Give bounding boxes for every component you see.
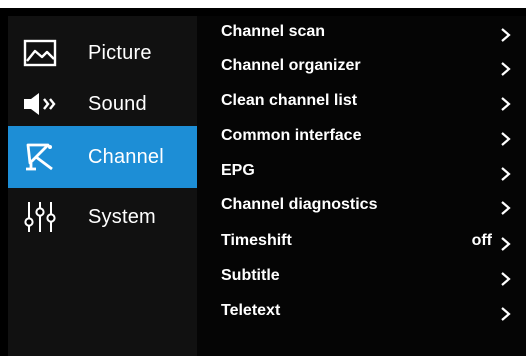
satellite-dish-icon (22, 139, 58, 175)
chevron-right-icon (501, 28, 511, 42)
category-label-system: System (88, 205, 156, 228)
chevron-right-icon (501, 167, 511, 181)
menu-item-timeshift[interactable]: Timeshift off (197, 225, 526, 259)
speaker-icon (22, 86, 58, 122)
tv-settings-screen: Picture Sound Channel System Channel sca… (0, 8, 526, 356)
menu-item-label: Subtitle (221, 267, 280, 284)
category-picture[interactable]: Picture (8, 24, 197, 82)
menu-item-label: EPG (221, 162, 255, 179)
window-top-strip (0, 0, 532, 8)
menu-item-common-interface[interactable]: Common interface (197, 120, 526, 154)
menu-item-channel-organizer[interactable]: Channel organizer (197, 50, 526, 84)
menu-item-channel-diagnostics[interactable]: Channel diagnostics (197, 189, 526, 223)
category-system[interactable]: System (8, 188, 197, 246)
menu-item-label: Common interface (221, 127, 362, 144)
chevron-right-icon (501, 237, 511, 251)
timeshift-value: off (471, 232, 492, 249)
category-channel[interactable]: Channel (8, 126, 197, 188)
chevron-right-icon (501, 201, 511, 215)
chevron-right-icon (501, 62, 511, 76)
category-label-channel: Channel (88, 145, 164, 168)
chevron-right-icon (501, 307, 511, 321)
menu-item-subtitle[interactable]: Subtitle (197, 260, 526, 294)
category-panel: Picture Sound Channel System (8, 16, 197, 356)
chevron-right-icon (501, 97, 511, 111)
menu-item-label: Channel scan (221, 23, 326, 40)
channel-settings-list: Channel scan Channel organizer Clean cha… (197, 16, 526, 356)
menu-item-label: Channel organizer (221, 57, 361, 74)
menu-item-label: Timeshift (221, 232, 292, 249)
chevron-right-icon (501, 132, 511, 146)
picture-icon (22, 35, 58, 71)
menu-item-label: Channel diagnostics (221, 196, 378, 213)
menu-item-epg[interactable]: EPG (197, 155, 526, 189)
menu-item-clean-channel-list[interactable]: Clean channel list (197, 85, 526, 119)
category-sound[interactable]: Sound (8, 75, 197, 133)
category-label-sound: Sound (88, 92, 147, 115)
category-label-picture: Picture (88, 41, 152, 64)
menu-item-channel-scan[interactable]: Channel scan (197, 16, 526, 50)
menu-item-teletext[interactable]: Teletext (197, 295, 526, 329)
chevron-right-icon (501, 272, 511, 286)
menu-item-label: Clean channel list (221, 92, 358, 109)
menu-item-label: Teletext (221, 302, 281, 319)
sliders-icon (22, 199, 58, 235)
